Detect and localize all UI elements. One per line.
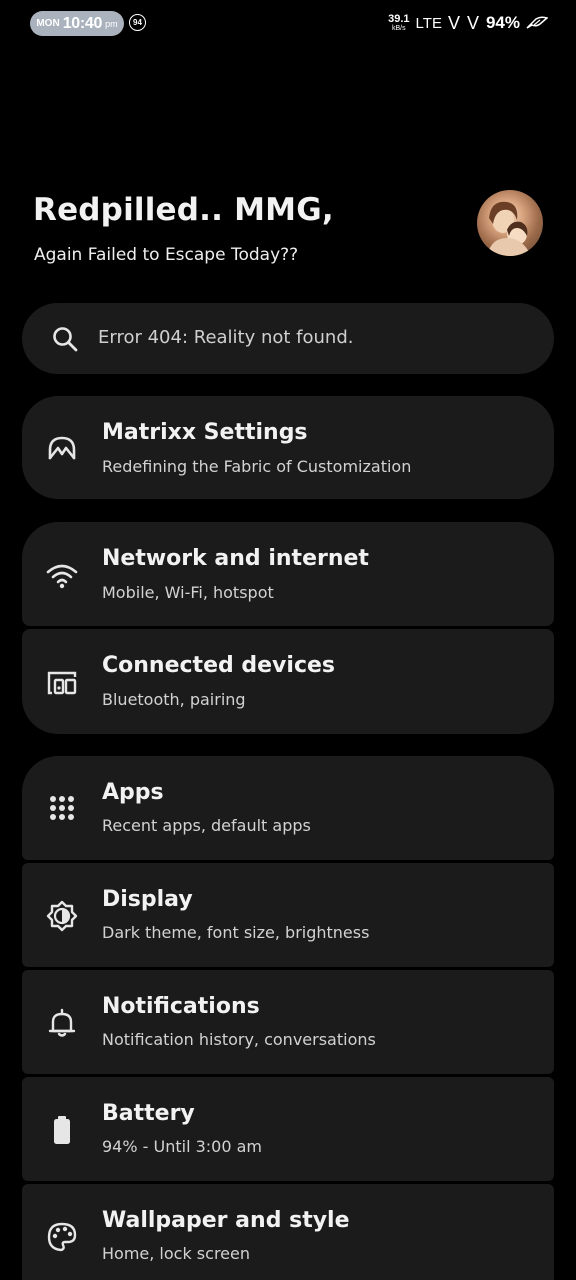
settings-item-subtitle: Recent apps, default apps bbox=[102, 816, 311, 835]
battery-percent: 94% bbox=[485, 13, 520, 32]
clock-ampm: pm bbox=[105, 18, 118, 29]
settings-item-subtitle: Dark theme, font size, brightness bbox=[102, 923, 370, 942]
settings-item-matrixx[interactable]: Matrixx Settings Redefining the Fabric o… bbox=[22, 396, 554, 499]
greeting-subtitle: Again Failed to Escape Today?? bbox=[34, 245, 299, 265]
settings-item-subtitle: Home, lock screen bbox=[102, 1244, 250, 1263]
avatar[interactable] bbox=[477, 190, 543, 256]
apps-grid-icon bbox=[50, 796, 74, 820]
search-icon bbox=[53, 327, 78, 352]
avatar-image bbox=[487, 201, 531, 256]
rog-logo-icon bbox=[526, 16, 548, 29]
settings-item-wallpaper[interactable]: Wallpaper and style Home, lock screen bbox=[22, 1184, 554, 1280]
notification-count-badge: 94 bbox=[129, 14, 146, 31]
settings-item-apps[interactable]: Apps Recent apps, default apps bbox=[22, 756, 554, 860]
clock-time: 10:40 bbox=[62, 14, 103, 32]
network-type: LTE bbox=[415, 14, 442, 32]
bell-icon bbox=[48, 1008, 76, 1037]
settings-item-title: Connected devices bbox=[102, 653, 335, 678]
wifi-icon bbox=[46, 564, 78, 589]
battery-icon bbox=[54, 1116, 70, 1144]
settings-item-title: Apps bbox=[102, 780, 164, 805]
search-text: Error 404: Reality not found. bbox=[98, 327, 354, 348]
settings-item-title: Network and internet bbox=[102, 546, 369, 571]
settings-item-subtitle: Notification history, conversations bbox=[102, 1030, 376, 1049]
greeting-title: Redpilled.. MMG, bbox=[33, 192, 334, 228]
brightness-icon bbox=[46, 900, 78, 932]
settings-item-title: Matrixx Settings bbox=[102, 420, 308, 445]
network-speed-value: 39.1 bbox=[388, 13, 410, 25]
settings-item-battery[interactable]: Battery 94% - Until 3:00 am bbox=[22, 1077, 554, 1181]
network-speed-unit: kB/s bbox=[392, 25, 406, 32]
status-bar: MON 10:40 pm 94 39.1 kB/s LTE V V 94% bbox=[0, 0, 576, 46]
clock-pill[interactable]: MON 10:40 pm bbox=[30, 11, 124, 36]
settings-item-title: Display bbox=[102, 887, 193, 912]
settings-item-connected-devices[interactable]: Connected devices Bluetooth, pairing bbox=[22, 629, 554, 734]
status-icons: 39.1 kB/s LTE V V 94% bbox=[388, 10, 548, 36]
volte-icon: V V bbox=[447, 12, 480, 33]
palette-icon bbox=[47, 1222, 77, 1252]
settings-item-subtitle: Bluetooth, pairing bbox=[102, 690, 246, 709]
settings-item-title: Wallpaper and style bbox=[102, 1208, 350, 1233]
search-bar[interactable]: Error 404: Reality not found. bbox=[22, 303, 554, 374]
matrixx-icon bbox=[48, 436, 76, 460]
settings-item-notifications[interactable]: Notifications Notification history, conv… bbox=[22, 970, 554, 1074]
network-speed: 39.1 kB/s bbox=[388, 13, 410, 33]
settings-item-title: Notifications bbox=[102, 994, 260, 1019]
settings-item-title: Battery bbox=[102, 1101, 195, 1126]
settings-item-subtitle: Mobile, Wi-Fi, hotspot bbox=[102, 583, 274, 602]
settings-item-subtitle: 94% - Until 3:00 am bbox=[102, 1137, 263, 1156]
settings-item-subtitle: Redefining the Fabric of Customization bbox=[102, 457, 412, 476]
settings-item-network[interactable]: Network and internet Mobile, Wi-Fi, hots… bbox=[22, 522, 554, 626]
devices-icon bbox=[47, 671, 77, 695]
clock-day: MON bbox=[36, 18, 60, 29]
settings-item-display[interactable]: Display Dark theme, font size, brightnes… bbox=[22, 863, 554, 967]
